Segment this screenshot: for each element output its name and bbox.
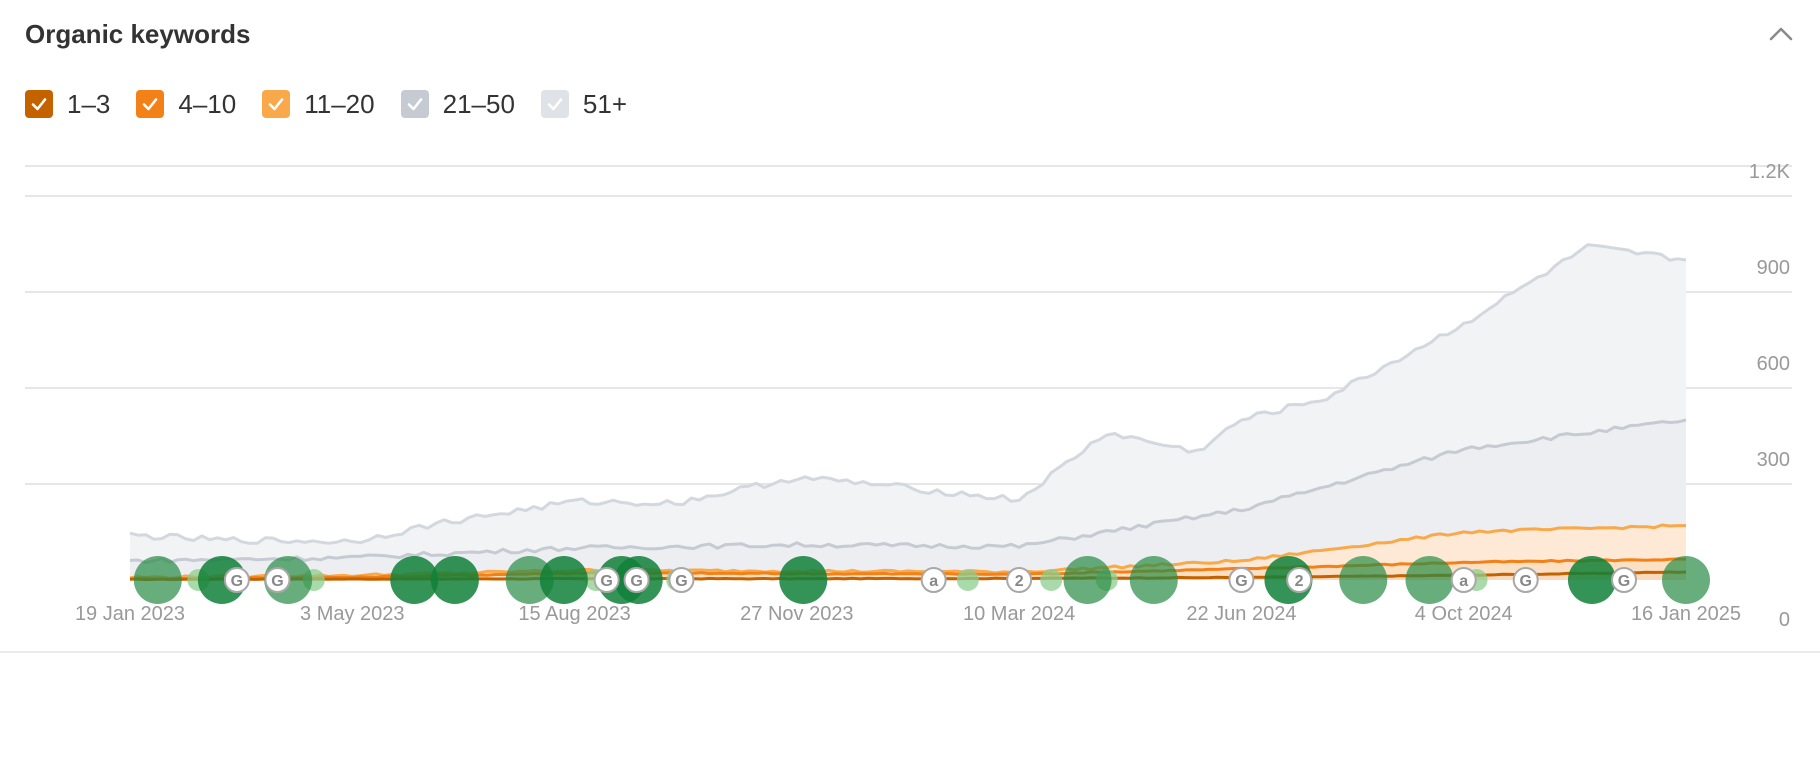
annotation-label: 2 (1295, 573, 1304, 590)
annotation-label: a (1459, 573, 1468, 590)
annotation-label: G (1235, 573, 1247, 590)
legend-checkbox[interactable] (262, 90, 291, 118)
legend-item[interactable]: 21–50 (400, 88, 515, 120)
event-dot (956, 569, 979, 591)
legend-checkbox[interactable] (136, 90, 165, 118)
event-dot (1567, 556, 1616, 604)
event-dot (133, 556, 182, 604)
legend-item[interactable]: 51+ (540, 88, 628, 120)
annotation-label: G (600, 573, 612, 590)
checkmark-icon (268, 98, 284, 111)
legend-label: 4–10 (178, 88, 237, 119)
legend-item[interactable]: 11–20 (262, 88, 375, 120)
x-tick-label: 15 Aug 2023 (518, 603, 630, 625)
legend-checkbox[interactable] (25, 90, 53, 118)
event-dot (1063, 556, 1112, 604)
checkmark-icon (143, 98, 158, 111)
annotation-label: G (271, 573, 283, 590)
panel-header: Organic keywords (25, 16, 1795, 52)
x-tick-label: 16 Jan 2025 (1631, 603, 1741, 625)
event-dot (1662, 556, 1710, 604)
legend-checkbox[interactable] (540, 90, 569, 118)
event-dot (1405, 556, 1454, 604)
annotation-label: G (630, 573, 642, 590)
divider (0, 651, 1820, 653)
legend-checkbox[interactable] (400, 90, 429, 118)
event-dot (1040, 569, 1063, 591)
chevron-up-icon (1769, 27, 1793, 41)
checkmark-icon (547, 98, 563, 111)
legend-label: 21–50 (442, 88, 515, 119)
y-tick-label: 1.2K (1749, 161, 1791, 183)
annotation-label: G (231, 573, 243, 590)
event-dot (779, 556, 828, 604)
position-legend: 1–3 4–10 11–20 21–50 51+ (25, 86, 653, 122)
legend-item[interactable]: 4–10 (136, 89, 236, 120)
y-tick-label: 900 (1757, 257, 1790, 279)
y-tick-label: 600 (1757, 353, 1790, 375)
annotation-label: G (1519, 573, 1531, 590)
x-tick-label: 4 Oct 2024 (1415, 603, 1513, 625)
event-dot (430, 556, 479, 604)
checkmark-icon (407, 98, 422, 111)
annotation-label: G (675, 573, 687, 590)
organic-keywords-chart: 0 300 600 900 1.2K 19 Jan 2023 3 May 2023 15 Au… (25, 161, 1792, 630)
legend-label: 11–20 (304, 88, 375, 119)
x-tick-label: 19 Jan 2023 (75, 603, 185, 625)
annotation-label: 2 (1015, 573, 1024, 590)
panel-title: Organic keywords (25, 19, 251, 49)
event-dot (1339, 556, 1388, 604)
x-tick-label: 3 May 2023 (300, 603, 405, 625)
x-tick-label: 10 Mar 2024 (963, 603, 1075, 625)
collapse-button[interactable] (1767, 20, 1795, 48)
event-dot (539, 556, 588, 604)
legend-item[interactable]: 1–3 (25, 89, 110, 120)
x-tick-label: 27 Nov 2023 (740, 603, 853, 625)
annotation-label: a (929, 573, 938, 590)
event-dot (1129, 556, 1178, 604)
y-tick-label: 300 (1757, 449, 1790, 471)
checkmark-icon (31, 98, 47, 111)
y-tick-label: 0 (1779, 609, 1790, 630)
legend-label: 51+ (582, 88, 628, 119)
x-tick-label: 22 Jun 2024 (1186, 603, 1296, 625)
annotation-label: G (1618, 573, 1630, 590)
organic-keywords-panel: Organic keywords 1–3 4–10 11–20 21–50 51+ 0 3… (0, 0, 1820, 652)
legend-label: 1–3 (67, 88, 111, 119)
